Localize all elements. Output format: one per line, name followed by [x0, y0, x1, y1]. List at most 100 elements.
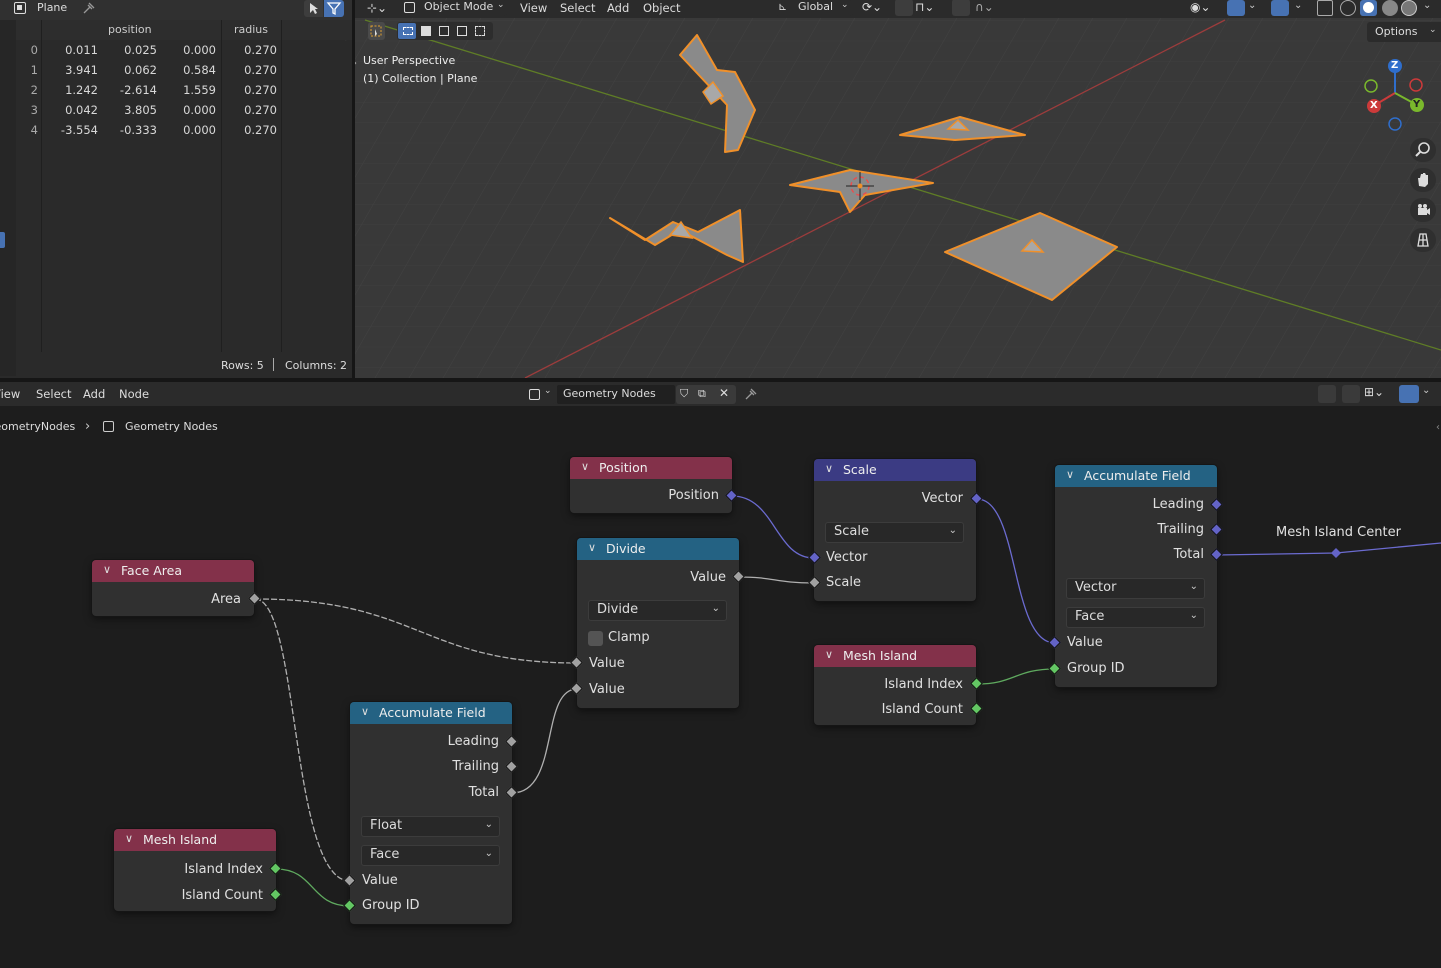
datablock-buttons: ⛉ ⧉ ✕: [676, 385, 736, 404]
select-invert-icon[interactable]: [457, 26, 467, 36]
sidebar-expand-arrow-icon[interactable]: ›: [355, 58, 357, 69]
fake-user-shield-icon[interactable]: ⛉: [680, 387, 688, 401]
socket-label-scale-in: Scale: [826, 575, 861, 590]
node-face-area-header[interactable]: ∨ Face Area: [92, 560, 254, 582]
node-scale[interactable]: ∨ Scale Vector Scale ⌄ Vector Scale: [814, 459, 976, 601]
node-accumulate-field-header[interactable]: ∨ Accumulate Field: [1055, 465, 1217, 487]
snap-element-icon[interactable]: ⊞⌄: [1364, 385, 1384, 399]
cell-index: 1: [30, 63, 38, 77]
parent-node-tree-icon[interactable]: [1318, 385, 1336, 403]
breadcrumb-node-tree[interactable]: Geometry Nodes: [125, 420, 218, 433]
node-mesh-island-header[interactable]: ∨ Mesh Island: [114, 829, 276, 851]
pivot-point-icon[interactable]: ⟳⌄: [862, 0, 882, 14]
select-intersect-icon[interactable]: [475, 26, 485, 36]
sidebar-collapse-arrow-icon[interactable]: ‹: [1436, 422, 1440, 433]
node-mesh-island-left[interactable]: ∨ Mesh Island Island Index Island Count: [114, 829, 276, 911]
overlays-icon[interactable]: [1399, 385, 1419, 403]
mode-dropdown[interactable]: Object Mode ⌄: [399, 0, 507, 16]
shading-options-icon[interactable]: ⌄: [1423, 0, 1431, 11]
tool-select-icon[interactable]: [368, 22, 385, 40]
node-editor[interactable]: Mesh Island Center ∨ Position Position ∨ S…: [0, 382, 1441, 968]
socket-label-value-in-2: Value: [589, 682, 625, 697]
cell-y: 0.025: [124, 43, 157, 57]
menu-view[interactable]: View: [0, 387, 20, 401]
socket-label-total: Total: [468, 785, 499, 800]
3d-viewport[interactable]: User Perspective (1) Collection | Plane …: [355, 0, 1441, 378]
domain-dropdown[interactable]: Face ⌄: [361, 845, 500, 866]
menu-view[interactable]: View: [520, 1, 547, 15]
data-type-dropdown[interactable]: Vector ⌄: [1066, 578, 1205, 599]
mode-label: Object Mode: [424, 0, 494, 13]
node-face-area[interactable]: ∨ Face Area Area: [92, 560, 254, 616]
data-type-dropdown[interactable]: Float ⌄: [361, 816, 500, 837]
snap-icon[interactable]: [895, 0, 913, 16]
gizmo-toggle-icon[interactable]: [1227, 0, 1245, 16]
pan-hand-icon[interactable]: [1410, 168, 1436, 192]
scale-operation-dropdown[interactable]: Scale ⌄: [825, 522, 964, 543]
node-tree-browse-icon[interactable]: ⌄: [524, 385, 556, 404]
menu-select[interactable]: Select: [560, 1, 595, 15]
perspective-toggle-icon[interactable]: [1410, 228, 1436, 252]
pin-icon[interactable]: [82, 1, 96, 15]
shading-solid-icon[interactable]: [1360, 0, 1377, 16]
menu-add[interactable]: Add: [607, 1, 629, 15]
node-tree-icon: [103, 421, 114, 432]
menu-object[interactable]: Object: [643, 1, 680, 15]
selection-mode-group[interactable]: [397, 22, 493, 40]
node-divide-header[interactable]: ∨ Divide: [577, 538, 739, 560]
node-accumulate-field-float[interactable]: ∨ Accumulate Field Leading Trailing Total…: [350, 702, 512, 924]
breadcrumb-modifier[interactable]: GeometryNodes: [0, 420, 75, 433]
options-label: Options: [1375, 25, 1418, 38]
unlink-x-icon[interactable]: ✕: [719, 386, 729, 400]
menu-node[interactable]: Node: [119, 387, 149, 401]
rows-count: Rows: 5: [221, 359, 264, 372]
dropdown-value: Float: [370, 818, 403, 833]
cell-y: 0.062: [124, 63, 157, 77]
node-position-header[interactable]: ∨ Position: [570, 457, 732, 479]
select-subtract-icon[interactable]: [439, 26, 449, 36]
select-extend-icon[interactable]: [421, 26, 431, 36]
node-mesh-island-right[interactable]: ∨ Mesh Island Island Index Island Count: [814, 645, 976, 725]
node-tree-name-field[interactable]: Geometry Nodes: [557, 385, 675, 404]
zoom-icon[interactable]: [1410, 138, 1436, 162]
socket-label-value-in-1: Value: [589, 656, 625, 671]
node-accumulate-field-vector[interactable]: ∨ Accumulate Field Leading Trailing Total…: [1055, 465, 1217, 687]
node-title: Mesh Island: [843, 648, 918, 663]
shading-material-icon[interactable]: [1382, 0, 1398, 16]
math-operation-dropdown[interactable]: Divide ⌄: [588, 600, 727, 621]
orientation-label: Global: [798, 0, 834, 13]
viewport-scene[interactable]: [355, 0, 1441, 378]
pin-icon[interactable]: [744, 387, 758, 401]
falloff-icon[interactable]: ∩⌄: [975, 0, 994, 14]
clamp-checkbox[interactable]: [588, 631, 603, 646]
filter-icon[interactable]: [324, 0, 344, 17]
menu-add[interactable]: Add: [83, 387, 105, 401]
node-mesh-island-header[interactable]: ∨ Mesh Island: [814, 645, 976, 667]
node-accumulate-field-header[interactable]: ∨ Accumulate Field: [350, 702, 512, 724]
camera-view-icon[interactable]: [1410, 198, 1436, 222]
menu-select[interactable]: Select: [36, 387, 71, 401]
xray-icon[interactable]: [1317, 0, 1333, 16]
overlays-icon[interactable]: [1271, 0, 1289, 16]
selected-only-toggle[interactable]: [304, 0, 323, 17]
options-dropdown[interactable]: Options ⌄: [1367, 22, 1441, 42]
node-position[interactable]: ∨ Position Position: [570, 457, 732, 513]
editor-type-icon[interactable]: ⊹⌄: [367, 1, 387, 15]
node-title: Divide: [606, 541, 646, 556]
transform-orientation-dropdown[interactable]: ⊾ Global ⌄: [775, 0, 853, 16]
snap-target-icon[interactable]: ⊓⌄: [915, 0, 934, 14]
node-title: Position: [599, 460, 648, 475]
duplicate-icon[interactable]: ⧉: [698, 387, 706, 401]
cell-x: 1.242: [65, 83, 98, 97]
domain-dropdown[interactable]: Face ⌄: [1066, 607, 1205, 628]
proportional-edit-icon[interactable]: [952, 0, 970, 16]
node-divide[interactable]: ∨ Divide Value Divide ⌄ Clamp Value Value: [577, 538, 739, 708]
visibility-eye-icon[interactable]: ◉⌄: [1190, 0, 1211, 14]
shading-rendered-icon[interactable]: [1401, 0, 1417, 16]
breadcrumb: GeometryNodes › Geometry Nodes: [0, 419, 260, 438]
node-scale-header[interactable]: ∨ Scale: [814, 459, 976, 481]
overlay-options-icon[interactable]: ⌄: [1422, 385, 1430, 396]
node-snap-icon[interactable]: [1342, 385, 1360, 403]
table-row: 4 -3.554 -0.333 0.000 0.270: [16, 120, 352, 140]
shading-wireframe-icon[interactable]: [1340, 0, 1356, 16]
